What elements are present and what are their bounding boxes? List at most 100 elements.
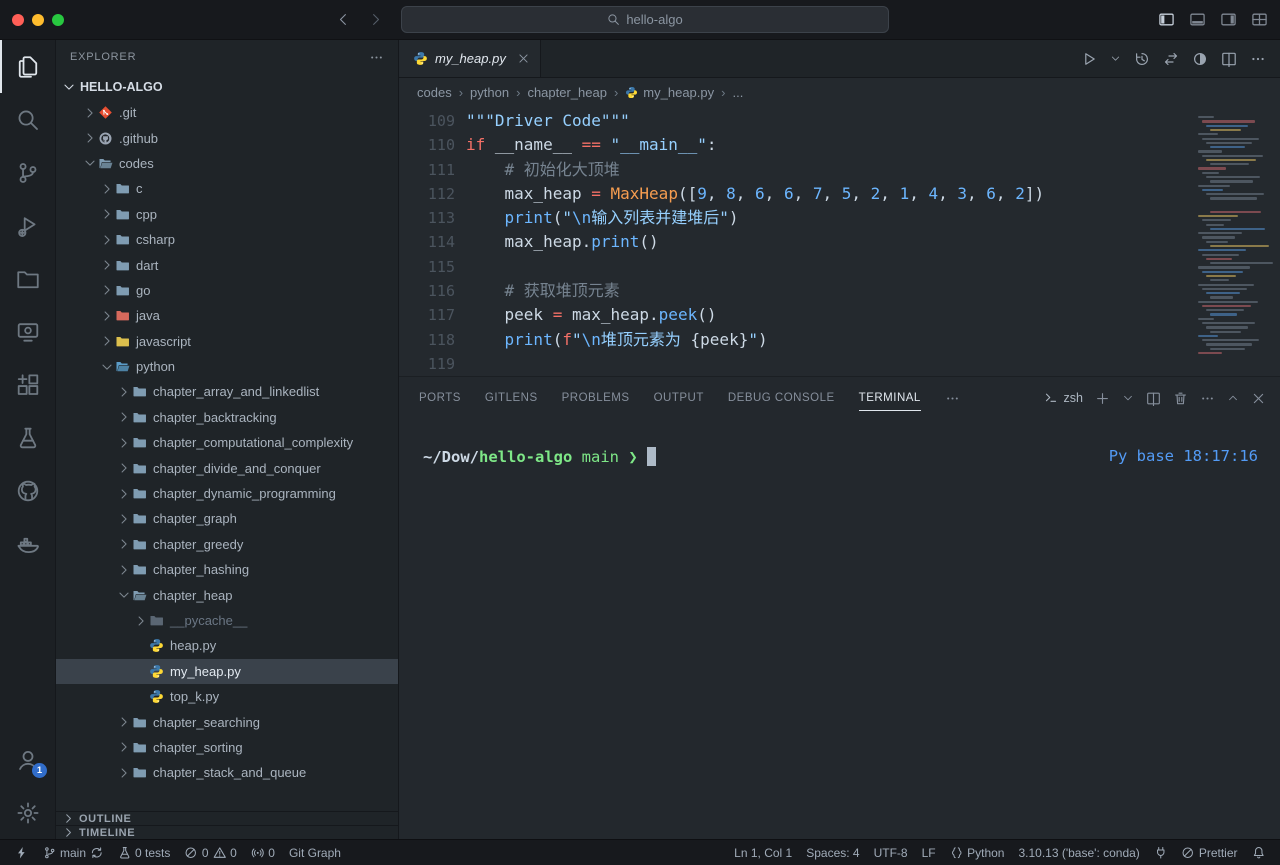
- panel-tab-ports[interactable]: PORTS: [419, 386, 461, 410]
- activity-accounts[interactable]: 1: [0, 733, 55, 786]
- new-terminal-button[interactable]: [1095, 391, 1110, 406]
- activity-github[interactable]: [0, 464, 55, 517]
- terminal[interactable]: ~/Dow/hello-algo main ❯ Py base 18:17:16: [399, 419, 1280, 839]
- code-line-118[interactable]: 118 print(f"\n堆顶元素为 {peek}"): [399, 328, 1280, 352]
- status-cursor-position[interactable]: Ln 1, Col 1: [727, 840, 799, 865]
- tree-item-java[interactable]: java: [56, 303, 398, 328]
- close-panel-button[interactable]: [1251, 391, 1266, 406]
- run-profile-button[interactable]: [1192, 51, 1208, 67]
- tree-item-chapter-hashing[interactable]: chapter_hashing: [56, 557, 398, 582]
- tree-root-hello-algo[interactable]: HELLO-ALGO: [56, 74, 398, 100]
- tree-item-chapter-searching[interactable]: chapter_searching: [56, 709, 398, 734]
- status-notifications[interactable]: [1245, 840, 1273, 865]
- tree-item-dart[interactable]: dart: [56, 252, 398, 277]
- section-outline[interactable]: OUTLINE: [56, 811, 398, 825]
- line-number[interactable]: 114: [399, 230, 455, 254]
- code-line-116[interactable]: 116 # 获取堆顶元素: [399, 279, 1280, 303]
- tree-item-chapter-backtracking[interactable]: chapter_backtracking: [56, 405, 398, 430]
- status-tests[interactable]: 0 tests: [111, 840, 178, 865]
- more-actions-button[interactable]: [1250, 51, 1266, 67]
- split-editor-button[interactable]: [1221, 51, 1237, 67]
- terminal-instance-zsh[interactable]: zsh: [1044, 391, 1083, 405]
- panel-tab-gitlens[interactable]: GITLENS: [485, 386, 538, 410]
- activity-project-manager[interactable]: [0, 252, 55, 305]
- tree-item-top-k-py[interactable]: top_k.py: [56, 684, 398, 709]
- status-git-branch[interactable]: main: [36, 840, 111, 865]
- tree-item-javascript[interactable]: javascript: [56, 329, 398, 354]
- tree-item-chapter-graph[interactable]: chapter_graph: [56, 506, 398, 531]
- line-number[interactable]: 117: [399, 303, 455, 327]
- line-number[interactable]: 111: [399, 158, 455, 182]
- terminal-profiles-button[interactable]: [1122, 392, 1134, 404]
- breadcrumb-item-python[interactable]: python: [470, 85, 509, 100]
- layout-grid-button[interactable]: [1251, 11, 1268, 28]
- code-line-111[interactable]: 111 # 初始化大顶堆: [399, 158, 1280, 182]
- line-number[interactable]: 113: [399, 206, 455, 230]
- panel-more-actions-button[interactable]: [1200, 391, 1215, 406]
- code-line-119[interactable]: 119: [399, 352, 1280, 376]
- layout-sidebar-left-button[interactable]: [1158, 11, 1175, 28]
- status-connection[interactable]: [1147, 840, 1175, 865]
- tree-item-github[interactable]: .github: [56, 125, 398, 150]
- status-remote-indicator[interactable]: [8, 840, 36, 865]
- tree-item-pycache[interactable]: __pycache__: [56, 608, 398, 633]
- tree-item-chapter-dynamic-programming[interactable]: chapter_dynamic_programming: [56, 481, 398, 506]
- timeline-history-button[interactable]: [1134, 51, 1150, 67]
- status-python-interpreter[interactable]: 3.10.13 ('base': conda): [1011, 840, 1146, 865]
- section-timeline[interactable]: TIMELINE: [56, 825, 398, 839]
- kill-terminal-button[interactable]: [1173, 391, 1188, 406]
- breadcrumb-item-codes[interactable]: codes: [417, 85, 452, 100]
- run-python-file-button[interactable]: [1081, 51, 1097, 67]
- line-number[interactable]: 110: [399, 133, 455, 157]
- line-number[interactable]: 109: [399, 109, 455, 133]
- tree-item-chapter-array-and-linkedlist[interactable]: chapter_array_and_linkedlist: [56, 379, 398, 404]
- activity-explorer[interactable]: [0, 40, 55, 93]
- status-prettier[interactable]: Prettier: [1174, 840, 1244, 865]
- tree-item-my-heap-py[interactable]: my_heap.py: [56, 659, 398, 684]
- activity-testing[interactable]: [0, 411, 55, 464]
- code-line-110[interactable]: 110if __name__ == "__main__":: [399, 133, 1280, 157]
- panel-tab-debug-console[interactable]: DEBUG CONSOLE: [728, 386, 835, 410]
- code-line-109[interactable]: 109"""Driver Code""": [399, 109, 1280, 133]
- breadcrumb-item-chapter-heap[interactable]: chapter_heap: [527, 85, 607, 100]
- close-window-button[interactable]: [12, 14, 24, 26]
- activity-source-control[interactable]: [0, 146, 55, 199]
- navigate-back-button[interactable]: [329, 6, 357, 34]
- tree-item-chapter-stack-and-queue[interactable]: chapter_stack_and_queue: [56, 760, 398, 785]
- tree-item-c[interactable]: c: [56, 176, 398, 201]
- minimize-window-button[interactable]: [32, 14, 44, 26]
- breadcrumb-item-my-heap-py[interactable]: my_heap.py: [625, 85, 714, 100]
- run-options-button[interactable]: [1110, 53, 1121, 64]
- command-center-search[interactable]: hello-algo: [401, 6, 889, 33]
- activity-settings[interactable]: [0, 786, 55, 839]
- line-number[interactable]: 119: [399, 352, 455, 376]
- tab-my-heap-py[interactable]: my_heap.py: [399, 40, 541, 77]
- layout-sidebar-right-button[interactable]: [1220, 11, 1237, 28]
- status-language-mode[interactable]: Python: [943, 840, 1012, 865]
- tree-item-chapter-computational-complexity[interactable]: chapter_computational_complexity: [56, 430, 398, 455]
- status-git-graph[interactable]: Git Graph: [282, 840, 348, 865]
- tree-item-csharp[interactable]: csharp: [56, 227, 398, 252]
- panel-tab-output[interactable]: OUTPUT: [654, 386, 704, 410]
- split-terminal-button[interactable]: [1146, 391, 1161, 406]
- tree-item-codes[interactable]: codes: [56, 151, 398, 176]
- breadcrumb-item-[interactable]: ...: [732, 85, 743, 100]
- code-line-114[interactable]: 114 max_heap.print(): [399, 230, 1280, 254]
- code-line-112[interactable]: 112 max_heap = MaxHeap([9, 8, 6, 6, 7, 5…: [399, 182, 1280, 206]
- tree-item-chapter-divide-and-conquer[interactable]: chapter_divide_and_conquer: [56, 455, 398, 480]
- code-line-113[interactable]: 113 print("\n输入列表并建堆后"): [399, 206, 1280, 230]
- tree-item-heap-py[interactable]: heap.py: [56, 633, 398, 658]
- status-ports[interactable]: 0: [244, 840, 282, 865]
- tree-item-chapter-heap[interactable]: chapter_heap: [56, 582, 398, 607]
- tree-item-chapter-greedy[interactable]: chapter_greedy: [56, 532, 398, 557]
- maximize-panel-button[interactable]: [1227, 392, 1239, 404]
- line-number[interactable]: 112: [399, 182, 455, 206]
- line-number[interactable]: 115: [399, 255, 455, 279]
- minimap[interactable]: [1198, 114, 1270, 363]
- tree-item-git[interactable]: .git: [56, 100, 398, 125]
- tree-item-go[interactable]: go: [56, 278, 398, 303]
- panel-tab-terminal[interactable]: TERMINAL: [859, 386, 921, 411]
- close-tab-button[interactable]: [517, 52, 530, 65]
- zoom-window-button[interactable]: [52, 14, 64, 26]
- navigate-forward-button[interactable]: [361, 6, 389, 34]
